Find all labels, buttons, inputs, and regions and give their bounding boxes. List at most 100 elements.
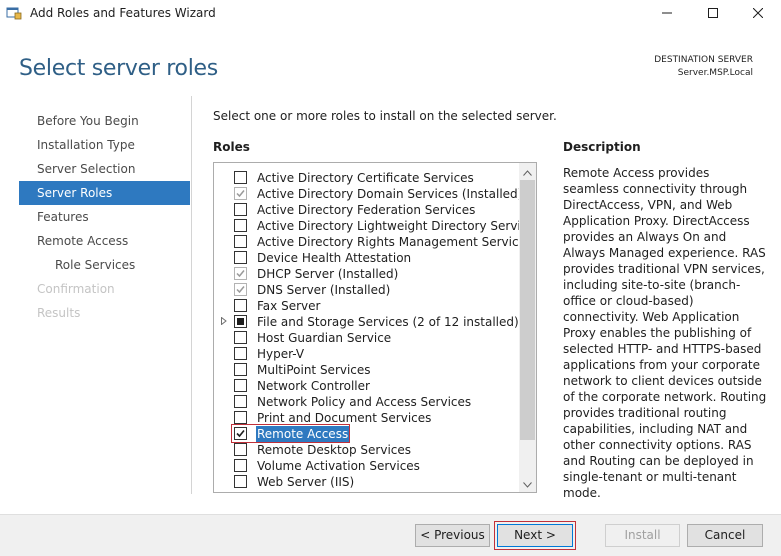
chevron-up-icon <box>523 165 532 179</box>
role-label: Device Health Attestation <box>257 251 412 265</box>
role-checkbox[interactable] <box>234 283 247 296</box>
roles-heading: Roles <box>213 140 250 154</box>
close-button[interactable] <box>735 0 781 28</box>
role-checkbox[interactable] <box>234 251 247 264</box>
role-label: Remote Desktop Services <box>257 443 412 457</box>
wizard-header: Select server roles DESTINATION SERVER S… <box>0 28 781 96</box>
nav-item-installation-type[interactable]: Installation Type <box>19 133 190 157</box>
title-bar: Add Roles and Features Wizard <box>0 0 781 28</box>
minimize-button[interactable] <box>644 0 690 28</box>
maximize-button[interactable] <box>690 0 736 28</box>
role-label: MultiPoint Services <box>257 363 371 377</box>
role-item[interactable]: Network Policy and Access Services <box>214 394 519 410</box>
role-item[interactable]: Host Guardian Service <box>214 330 519 346</box>
role-label: DNS Server (Installed) <box>257 283 391 297</box>
role-item[interactable]: File and Storage Services (2 of 12 insta… <box>214 314 519 330</box>
description-heading: Description <box>563 140 641 154</box>
role-item[interactable]: MultiPoint Services <box>214 362 519 378</box>
role-label: Network Policy and Access Services <box>257 395 472 409</box>
destination-server-name: Server.MSP.Local <box>677 68 753 78</box>
role-item[interactable]: Fax Server <box>214 298 519 314</box>
destination-server-label: DESTINATION SERVER <box>654 55 753 65</box>
role-checkbox[interactable] <box>234 219 247 232</box>
maximize-icon <box>708 7 718 21</box>
role-label: Web Server (IIS) <box>257 475 355 489</box>
role-label: Network Controller <box>257 379 370 393</box>
server-manager-icon <box>6 6 22 20</box>
role-checkbox[interactable] <box>234 475 247 488</box>
nav-item-results: Results <box>37 306 81 320</box>
role-checkbox[interactable] <box>234 395 247 408</box>
roles-list[interactable]: Active Directory Certificate Services Act… <box>213 162 537 493</box>
expand-triangle-icon[interactable] <box>221 316 227 328</box>
nav-item-role-services[interactable]: Role Services <box>19 253 190 277</box>
role-checkbox[interactable] <box>234 443 247 456</box>
scroll-thumb[interactable] <box>520 180 535 440</box>
role-label: Active Directory Rights Management Servi… <box>257 235 533 249</box>
role-item[interactable]: DHCP Server (Installed) <box>214 266 519 282</box>
role-checkbox[interactable] <box>234 315 247 328</box>
role-item[interactable]: Hyper-V <box>214 346 519 362</box>
role-checkbox[interactable] <box>234 187 247 200</box>
role-checkbox[interactable] <box>234 427 247 440</box>
instructions-text: Select one or more roles to install on t… <box>213 109 557 123</box>
role-checkbox[interactable] <box>234 331 247 344</box>
role-label: Active Directory Certificate Services <box>257 171 474 185</box>
nav-item-confirmation: Confirmation <box>37 282 115 296</box>
role-label: Active Directory Federation Services <box>257 203 476 217</box>
role-description: Remote Access provides seamless connecti… <box>563 166 767 500</box>
role-item[interactable]: DNS Server (Installed) <box>214 282 519 298</box>
cancel-button[interactable]: Cancel <box>687 524 763 547</box>
role-label: Volume Activation Services <box>257 459 420 473</box>
role-checkbox[interactable] <box>234 411 247 424</box>
role-checkbox[interactable] <box>234 235 247 248</box>
role-item[interactable]: Active Directory Certificate Services <box>214 170 519 186</box>
role-item[interactable]: Active Directory Rights Management Servi… <box>214 234 532 250</box>
role-checkbox[interactable] <box>234 203 247 216</box>
role-label: Remote Access <box>256 426 350 442</box>
role-item[interactable]: Active Directory Federation Services <box>214 202 519 218</box>
role-label: Hyper-V <box>257 347 305 361</box>
role-checkbox[interactable] <box>234 347 247 360</box>
role-item[interactable]: Active Directory Domain Services (Instal… <box>214 186 522 202</box>
nav-divider <box>191 96 192 494</box>
install-button: Install <box>605 524 680 547</box>
role-item[interactable]: Volume Activation Services <box>214 458 519 474</box>
role-item[interactable]: Remote Desktop Services <box>214 442 519 458</box>
nav-item-features[interactable]: Features <box>19 205 190 229</box>
nav-item-remote-access[interactable]: Remote Access <box>19 229 190 253</box>
role-label: DHCP Server (Installed) <box>257 267 399 281</box>
wizard-nav: Before You Begin Installation Type Serve… <box>0 96 192 494</box>
window-title: Add Roles and Features Wizard <box>30 6 216 20</box>
minimize-icon <box>662 7 672 21</box>
role-checkbox[interactable] <box>234 267 247 280</box>
nav-item-server-roles[interactable]: Server Roles <box>19 181 190 205</box>
role-item[interactable]: Active Directory Lightweight Directory S… <box>214 218 536 234</box>
close-icon <box>752 7 764 21</box>
role-checkbox[interactable] <box>234 171 247 184</box>
page-title: Select server roles <box>19 56 218 81</box>
previous-button[interactable]: < Previous <box>415 524 490 547</box>
role-label: File and Storage Services (2 of 12 insta… <box>257 315 519 329</box>
role-checkbox[interactable] <box>234 299 247 312</box>
role-item[interactable]: Print and Document Services <box>214 410 519 426</box>
chevron-down-icon <box>523 477 532 491</box>
role-item[interactable]: Network Controller <box>214 378 519 394</box>
role-label: Print and Document Services <box>257 411 432 425</box>
role-label: Active Directory Lightweight Directory S… <box>257 219 537 233</box>
role-item[interactable]: Remote Access <box>214 424 519 443</box>
role-checkbox[interactable] <box>234 363 247 376</box>
role-label: Fax Server <box>257 299 321 313</box>
roles-scrollbar[interactable] <box>519 163 536 492</box>
role-checkbox[interactable] <box>234 379 247 392</box>
role-label: Host Guardian Service <box>257 331 392 345</box>
role-checkbox[interactable] <box>234 459 247 472</box>
nav-item-before-you-begin[interactable]: Before You Begin <box>19 109 190 133</box>
nav-item-server-selection[interactable]: Server Selection <box>19 157 190 181</box>
scroll-up-button[interactable] <box>519 163 536 180</box>
next-button[interactable]: Next > <box>497 524 573 547</box>
role-item[interactable]: Web Server (IIS) <box>214 474 519 490</box>
role-label: Active Directory Domain Services (Instal… <box>257 187 523 201</box>
role-item[interactable]: Device Health Attestation <box>214 250 519 266</box>
scroll-down-button[interactable] <box>519 475 536 492</box>
